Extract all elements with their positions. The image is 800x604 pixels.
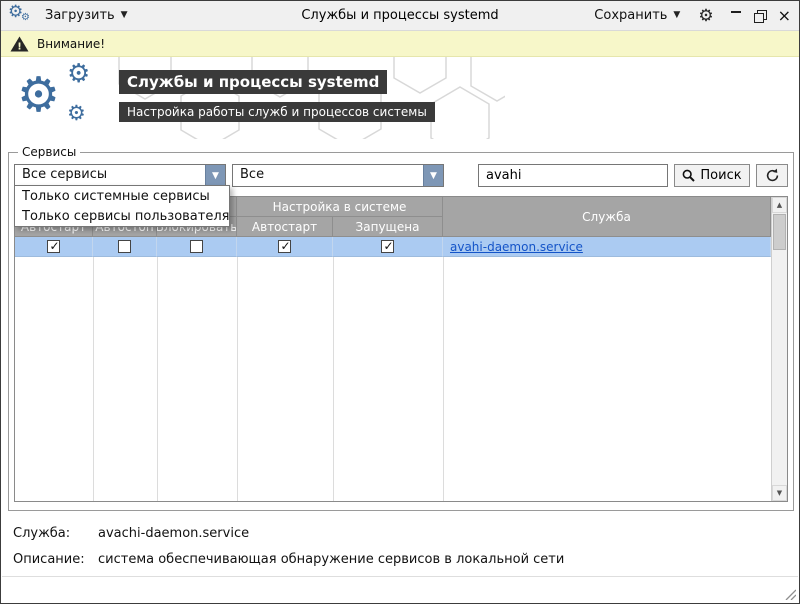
table-header-running: Запущена bbox=[333, 217, 443, 237]
chevron-down-icon: ▼ bbox=[673, 11, 680, 20]
table-group-header-system: Настройка в системе bbox=[237, 197, 443, 217]
hero-title: Службы и процессы systemd bbox=[119, 70, 387, 94]
services-table: Настройка в системе Служба Автостарт Авт… bbox=[14, 196, 788, 502]
table-header-service: Служба bbox=[443, 197, 771, 237]
details-panel: Служба: avachi-daemon.service Описание: … bbox=[1, 511, 799, 567]
hero-subtitle: Настройка работы служб и процессов систе… bbox=[119, 102, 435, 122]
service-scope-value: Все сервисы bbox=[15, 165, 205, 186]
service-state-combobox[interactable]: Все ▼ bbox=[232, 164, 444, 187]
services-legend: Сервисы bbox=[18, 145, 80, 159]
restore-button[interactable] bbox=[754, 10, 766, 22]
description-detail-value: система обеспечивающая обнаружение серви… bbox=[98, 552, 564, 567]
scroll-down-arrow-icon[interactable]: ▼ bbox=[772, 485, 787, 501]
table-row-cell-block bbox=[157, 237, 237, 257]
chevron-down-icon[interactable]: ▼ bbox=[205, 165, 225, 186]
service-detail-value: avachi-daemon.service bbox=[98, 526, 249, 541]
save-menu-button[interactable]: Сохранить ▼ bbox=[588, 4, 686, 27]
titlebar: ⚙⚙ Загрузить ▼ Службы и процессы systemd… bbox=[1, 1, 799, 31]
app-window: ⚙⚙ Загрузить ▼ Службы и процессы systemd… bbox=[0, 0, 800, 604]
service-detail-label: Служба: bbox=[13, 526, 98, 541]
service-scope-combobox[interactable]: Все сервисы ▼ bbox=[14, 164, 226, 187]
warning-bar: ! Внимание! bbox=[1, 31, 799, 57]
scrollbar-thumb[interactable] bbox=[773, 214, 786, 250]
search-icon bbox=[682, 169, 695, 182]
save-menu-label: Сохранить bbox=[594, 8, 667, 23]
scope-combobox-dropdown: Только системные сервисы Только сервисы … bbox=[14, 185, 230, 227]
app-logo-gears-icon: ⚙⚙⚙ bbox=[15, 61, 119, 137]
table-row-cell-autostop bbox=[93, 237, 157, 257]
service-state-value: Все bbox=[233, 165, 423, 186]
hero-header: ⚙⚙⚙ Службы и процессы systemd Настройка … bbox=[1, 57, 799, 139]
table-row-cell-sys-autostart bbox=[237, 237, 333, 257]
filter-row: Все сервисы ▼ Все ▼ Поиск bbox=[14, 164, 788, 187]
warning-triangle-icon: ! bbox=[10, 36, 29, 52]
svg-text:!: ! bbox=[17, 41, 22, 51]
sys-autostart-checkbox[interactable] bbox=[278, 240, 291, 253]
search-button[interactable]: Поиск bbox=[674, 164, 750, 187]
service-link[interactable]: avahi-daemon.service bbox=[450, 240, 583, 254]
refresh-button[interactable] bbox=[756, 164, 788, 187]
column-divider bbox=[443, 257, 444, 501]
autostart-checkbox[interactable] bbox=[47, 240, 60, 253]
close-button[interactable]: × bbox=[778, 10, 791, 22]
table-row-cell-running bbox=[333, 237, 443, 257]
dropdown-option-system-services[interactable]: Только системные сервисы bbox=[15, 186, 229, 206]
column-divider bbox=[157, 257, 158, 501]
vertical-scrollbar[interactable]: ▲ ▼ bbox=[771, 197, 787, 501]
warning-text: Внимание! bbox=[37, 37, 105, 51]
autostop-checkbox[interactable] bbox=[118, 240, 131, 253]
running-checkbox[interactable] bbox=[381, 240, 394, 253]
scroll-up-arrow-icon[interactable]: ▲ bbox=[772, 197, 787, 213]
minimize-button[interactable] bbox=[730, 10, 742, 22]
block-checkbox[interactable] bbox=[190, 240, 203, 253]
column-divider bbox=[333, 257, 334, 501]
dropdown-option-user-services[interactable]: Только сервисы пользователя bbox=[15, 206, 229, 226]
resize-grip[interactable] bbox=[783, 587, 796, 600]
column-divider bbox=[93, 257, 94, 501]
status-bar bbox=[2, 576, 798, 602]
search-input[interactable] bbox=[478, 164, 668, 187]
chevron-down-icon[interactable]: ▼ bbox=[423, 165, 443, 186]
table-row-cell-autostart bbox=[15, 237, 93, 257]
table-row-cell-service: avahi-daemon.service bbox=[443, 237, 771, 257]
refresh-icon bbox=[765, 168, 780, 183]
table-header-sys-autostart: Автостарт bbox=[237, 217, 333, 237]
app-gears-icon: ⚙⚙ bbox=[9, 4, 35, 28]
search-button-label: Поиск bbox=[700, 168, 741, 183]
window-controls: × bbox=[730, 10, 791, 22]
description-detail-label: Описание: bbox=[13, 552, 98, 567]
settings-gear-icon[interactable]: ⚙ bbox=[698, 7, 713, 24]
chevron-down-icon: ▼ bbox=[121, 11, 128, 20]
column-divider bbox=[237, 257, 238, 501]
load-menu-button[interactable]: Загрузить ▼ bbox=[39, 4, 134, 27]
load-menu-label: Загрузить bbox=[45, 8, 115, 23]
